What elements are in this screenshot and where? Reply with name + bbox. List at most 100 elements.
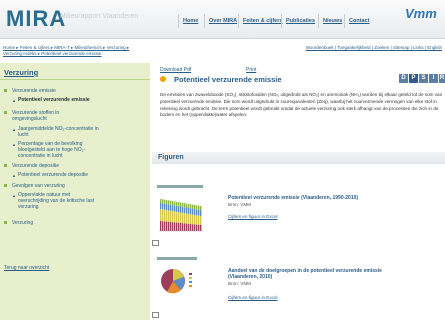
sidebar-item[interactable]: omgevingslucht xyxy=(12,116,47,122)
sidebar-item[interactable]: Verzuring xyxy=(4,220,33,226)
figure-1-bar-segment xyxy=(188,207,190,214)
tab-feiten-cijfers[interactable]: Feiten & cijfers xyxy=(238,14,282,28)
figure-1-bar-segment xyxy=(162,199,164,204)
figure-1-bar-segment xyxy=(200,206,202,210)
figure-1-bar-segment xyxy=(168,200,170,205)
title-bullet-icon xyxy=(160,76,166,82)
figure-1-bar-segment xyxy=(178,222,180,231)
sidebar-item[interactable]: verzuring xyxy=(18,204,39,210)
figure-1-bar-segment xyxy=(198,215,200,225)
figure-1-bar-segment xyxy=(194,214,196,225)
download-pdf-link[interactable]: Download Pdf xyxy=(160,67,191,73)
print-link[interactable]: Print xyxy=(246,67,256,73)
figure-1-bar-segment xyxy=(162,221,164,231)
figure-1-bar-segment xyxy=(188,213,190,224)
figure-1-bar-segment xyxy=(174,201,176,206)
figure-2-excel-link[interactable]: Cijfers en figuur in Excel xyxy=(228,295,278,300)
figure-1-bar-segment xyxy=(176,222,178,231)
figure-1-bar-segment xyxy=(164,209,166,222)
sidebar-item[interactable]: lucht xyxy=(18,132,29,138)
triangle-bullet-icon: ▲ xyxy=(12,98,16,103)
figure-1-bar-segment xyxy=(198,205,200,210)
figure-1-bar-segment xyxy=(172,205,174,212)
figure-1-bar-segment xyxy=(178,206,180,213)
figure-1-bar-segment xyxy=(168,204,170,211)
dpsir-s-badge[interactable]: S xyxy=(419,74,428,83)
figure-1-bar-segment xyxy=(162,203,164,210)
figure-1-bar-segment xyxy=(170,222,172,231)
tab-publicaties[interactable]: Publicaties xyxy=(281,14,315,28)
figure-1-bar-segment xyxy=(180,223,182,231)
sidebar-item[interactable]: Gevolgen van verzuring xyxy=(4,183,65,189)
figure-1-bar-segment xyxy=(160,203,162,209)
figure-1-bar-segment xyxy=(190,224,192,231)
figure-1-bar-segment xyxy=(172,211,174,223)
figure-2-source: Bron: VMM xyxy=(228,281,251,286)
square-bullet-icon xyxy=(4,164,7,167)
figure-1-bar-segment xyxy=(196,224,198,231)
figure-2-thumbnail[interactable] xyxy=(155,255,205,300)
tab-over-mira[interactable]: Over MIRA xyxy=(204,14,237,28)
triangle-bullet-icon: ▲ xyxy=(12,193,16,198)
figure-1-bar-segment xyxy=(176,201,178,206)
sidebar-item[interactable]: ▲ Jaargemiddelde NO₂-concentratie in xyxy=(12,126,99,132)
figure-1-bar-segment xyxy=(182,223,184,231)
figures-title: Figuren xyxy=(158,154,184,161)
figure-1-bar-segment xyxy=(186,213,188,224)
figure-1-bar-segment xyxy=(192,208,194,215)
figure-1-bar-segment xyxy=(182,212,184,224)
figure-1-bar-segment xyxy=(194,208,196,215)
sidebar-item[interactable]: Verzurende emissie xyxy=(4,88,56,94)
figure-1-bar-segment xyxy=(176,205,178,212)
figure-1-bar-segment xyxy=(164,221,166,231)
figure-1-bar-segment xyxy=(180,212,182,223)
figure-1-bar-segment xyxy=(188,223,190,231)
expand-figure-1-icon[interactable] xyxy=(152,240,159,246)
breadcrumb: Home ▸ Feiten & cijfers ▸ MIRA-T ▸ Milie… xyxy=(0,45,445,57)
figure-1-bar-segment xyxy=(182,206,184,213)
figure-1-bar-segment xyxy=(194,204,196,209)
dpsir-r-badge[interactable]: R xyxy=(439,74,445,83)
page-title: Potentieel verzurende emissie xyxy=(174,75,282,84)
figure-1-excel-link[interactable]: Cijfers en figuur in Excel xyxy=(228,214,278,219)
sidebar-item[interactable]: ▲ Potentieel verzurende emissie xyxy=(12,97,90,103)
mira-logo[interactable]: MIRA xyxy=(6,6,66,32)
figure-1-bar-segment xyxy=(184,203,186,208)
figure-1-thumbnail[interactable] xyxy=(155,183,205,237)
expand-figure-2-icon[interactable] xyxy=(152,312,159,318)
figure-1-bar-segment xyxy=(190,204,192,209)
figure-1-bar-segment xyxy=(178,212,180,223)
dpsir-p-badge[interactable]: P xyxy=(409,74,418,83)
figure-1-bar-segment xyxy=(180,202,182,207)
sidebar-divider xyxy=(0,79,150,80)
site-tagline: Milieurapport Vlaanderen xyxy=(60,13,139,20)
figure-1-bar-segment xyxy=(170,200,172,205)
back-to-overview-link[interactable]: Terug naar overzicht xyxy=(4,265,49,271)
square-bullet-icon xyxy=(4,221,7,224)
figure-1-bar-segment xyxy=(166,204,168,211)
square-bullet-icon xyxy=(4,89,7,92)
sidebar-item[interactable]: ▲ Potentieel verzurende depositie xyxy=(12,172,88,178)
breadcrumb-line-2[interactable]: Verzuring Indeks ▸ Potentieel verzurende… xyxy=(3,51,102,57)
sidebar-title[interactable]: Verzuring xyxy=(4,68,38,77)
figure-1-bar-segment xyxy=(184,213,186,224)
figure-1-bar-segment xyxy=(200,225,202,231)
figure-1-bar-segment xyxy=(166,200,168,205)
sidebar-item[interactable]: Verzurende depositie xyxy=(4,163,59,169)
figure-2-title-line-2: (Vlaanderen, 2010) xyxy=(228,274,273,280)
utility-links[interactable]: Woordenboek | Toegankelijkheid | Zoeken … xyxy=(306,45,442,50)
tab-contact[interactable]: Contact xyxy=(344,14,369,28)
figure-1-bar-segment xyxy=(190,214,192,224)
figure-1-bar-segment xyxy=(164,203,166,210)
sidebar-item[interactable]: concentratie in lucht xyxy=(18,153,62,159)
tab-home[interactable]: Home xyxy=(178,14,198,28)
vmm-logo[interactable]: Vmm xyxy=(405,6,445,26)
dpsir-i-badge[interactable]: I xyxy=(429,74,438,83)
figure-1-bar-segment xyxy=(160,221,162,231)
dpsir-d-badge[interactable]: D xyxy=(399,74,408,83)
figure-1-title: Potentieel verzurende emissie (Vlaandere… xyxy=(228,195,359,201)
figure-1-bar-segment xyxy=(180,206,182,213)
triangle-bullet-icon: ▲ xyxy=(12,173,16,178)
tab-nieuws[interactable]: Nieuws xyxy=(318,14,342,28)
figure-1-bar-segment xyxy=(196,215,198,225)
